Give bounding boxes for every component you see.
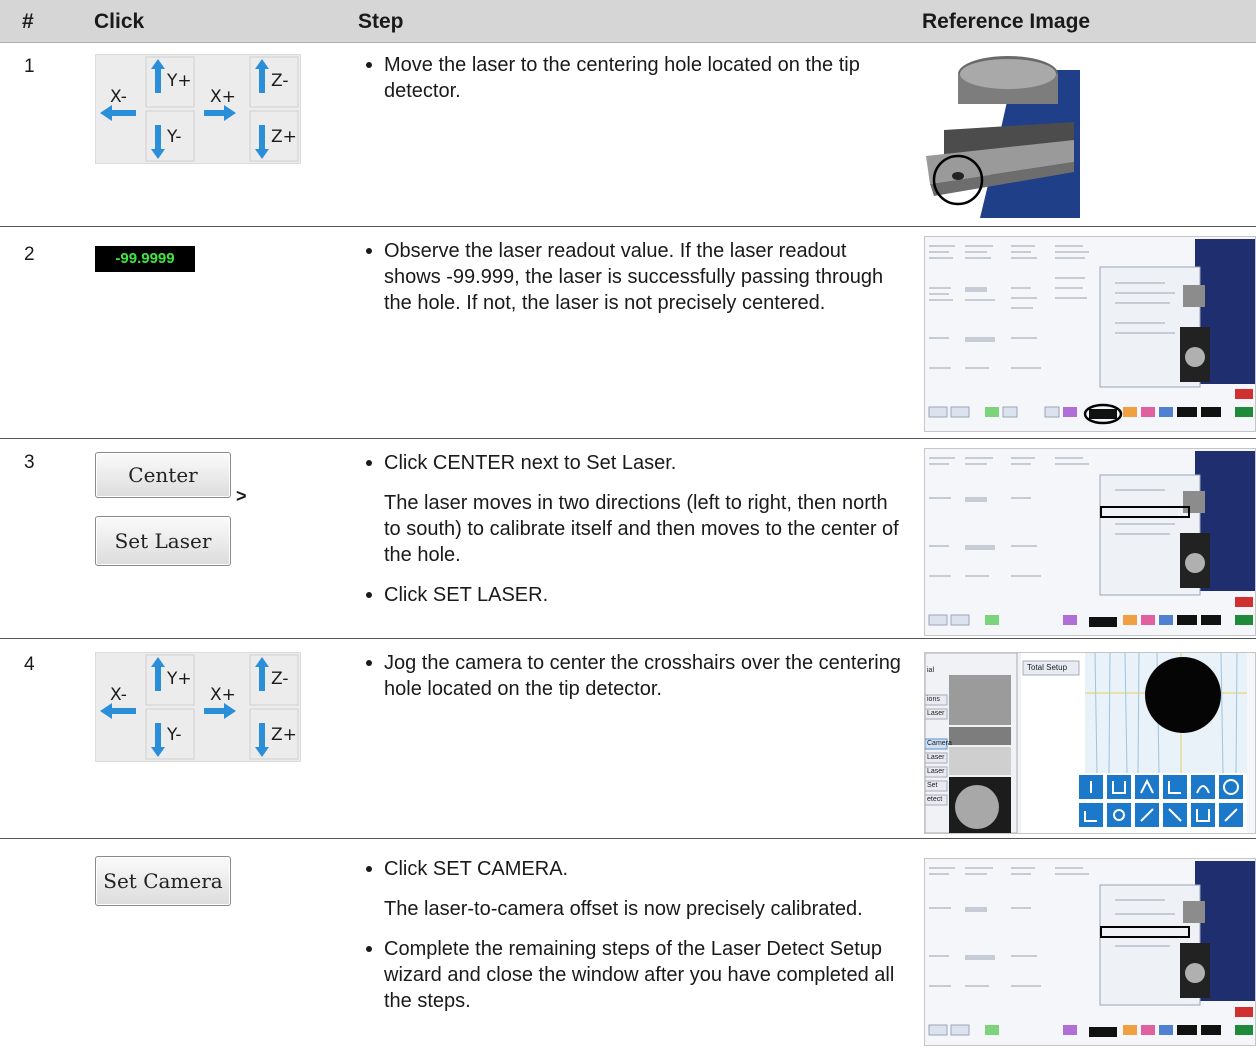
step-bullet: Move the laser to the centering hole loc…	[362, 52, 902, 104]
x-plus-label[interactable]: X+	[210, 685, 236, 705]
x-minus-label[interactable]: X-	[110, 87, 127, 107]
sidebar-label: ions	[927, 696, 940, 703]
row-number: 3	[24, 452, 35, 473]
step-bullet: Jog the camera to center the crosshairs …	[362, 650, 902, 702]
row-divider	[0, 438, 1256, 439]
arrow-up-icon	[151, 657, 165, 691]
software-screenshot	[924, 236, 1256, 432]
sidebar-label: Laser	[927, 754, 945, 761]
table-row: 4 X- Y+ Y- X+ Z- Z+ Jog the camera to ce…	[0, 640, 1256, 836]
arrow-down-icon	[151, 125, 165, 159]
center-button[interactable]: Center	[95, 452, 231, 498]
row-divider	[0, 638, 1256, 639]
set-laser-button[interactable]: Set Laser	[95, 516, 231, 566]
step-bullet: Complete the remaining steps of the Lase…	[362, 936, 902, 1014]
y-plus-label[interactable]: Y+	[167, 669, 192, 689]
arrow-up-icon	[255, 59, 269, 93]
jog-arrows	[100, 654, 299, 760]
row-number: 2	[24, 244, 35, 265]
row-number: 1	[24, 56, 35, 77]
row-number: 4	[24, 654, 35, 675]
arrow-down-icon	[255, 125, 269, 159]
table-row: Set Camera Click SET CAMERA. The laser-t…	[0, 840, 1256, 1049]
header-step: Step	[358, 10, 404, 33]
arrow-left-icon	[100, 105, 136, 121]
step-text: Jog the camera to center the crosshairs …	[362, 650, 902, 716]
then-arrow: >	[236, 486, 247, 506]
set-camera-button[interactable]: Set Camera	[95, 856, 231, 906]
table-row: 3 Center > Set Laser Click CENTER next t…	[0, 440, 1256, 636]
jog-pad: X- Y+ Y- X+ Z- Z+	[95, 54, 301, 164]
arrow-down-icon	[151, 723, 165, 757]
z-plus-label[interactable]: Z+	[271, 725, 297, 745]
y-plus-label[interactable]: Y+	[167, 71, 192, 91]
table-row: 1 X- Y+ Y- X+ Z- Z+ Move the laser to th…	[0, 42, 1256, 226]
step-paragraph: The laser moves in two directions (left …	[384, 492, 899, 566]
software-screenshot	[924, 858, 1256, 1046]
software-screenshot	[924, 448, 1256, 636]
setup-window-thumbnail	[925, 859, 1255, 1045]
header-num: #	[22, 10, 34, 33]
z-minus-label[interactable]: Z-	[271, 71, 288, 91]
step-text: Observe the laser readout value. If the …	[362, 238, 902, 330]
total-setup-label: Total Setup	[1027, 663, 1068, 672]
step-text: Click CENTER next to Set Laser. The lase…	[362, 450, 902, 622]
step-paragraph: The laser-to-camera offset is now precis…	[384, 898, 863, 920]
z-plus-label[interactable]: Z+	[271, 127, 297, 147]
row-divider	[0, 226, 1256, 227]
arrow-up-icon	[255, 657, 269, 691]
sidebar-label: Camera	[927, 740, 952, 747]
arrow-right-icon	[204, 703, 236, 719]
y-minus-label[interactable]: Y-	[167, 127, 182, 147]
sidebar-label: ial	[927, 667, 935, 674]
sidebar-label: etect	[927, 796, 943, 803]
step-bullet: Observe the laser readout value. If the …	[362, 238, 902, 316]
y-minus-label[interactable]: Y-	[167, 725, 182, 745]
setup-window-thumbnail	[925, 237, 1255, 431]
arrow-up-icon	[151, 59, 165, 93]
reference-image	[924, 50, 1080, 225]
arrow-right-icon	[204, 105, 236, 121]
step-bullet: Click SET CAMERA.	[362, 856, 902, 882]
arrow-down-icon	[255, 723, 269, 757]
z-minus-label[interactable]: Z-	[271, 669, 288, 689]
header-click: Click	[94, 10, 145, 33]
table-header: # Click Step Reference Image	[0, 0, 1256, 43]
header-reference-image: Reference Image	[922, 10, 1091, 33]
tip-detector-photo	[924, 50, 1080, 220]
x-minus-label[interactable]: X-	[110, 685, 127, 705]
camera-view-thumbnail	[925, 653, 1255, 833]
sidebar-label: Laser	[927, 768, 945, 775]
laser-readout: -99.9999	[95, 246, 195, 272]
table-row: 2 -99.9999 Observe the laser readout val…	[0, 228, 1256, 436]
x-plus-label[interactable]: X+	[210, 87, 236, 107]
setup-window-thumbnail	[925, 449, 1255, 635]
step-bullet: Click SET LASER.	[362, 582, 902, 608]
row-divider	[0, 838, 1256, 839]
step-text: Move the laser to the centering hole loc…	[362, 52, 902, 118]
jog-arrows	[100, 56, 299, 162]
arrow-left-icon	[100, 703, 136, 719]
jog-pad: X- Y+ Y- X+ Z- Z+	[95, 652, 301, 762]
step-text: Click SET CAMERA. The laser-to-camera of…	[362, 856, 902, 1028]
sidebar-label: Laser	[927, 710, 945, 717]
step-bullet: Click CENTER next to Set Laser.	[362, 450, 902, 476]
sidebar-label: Set	[927, 782, 938, 789]
camera-screenshot: ial ions Laser Camera Laser Laser Set et…	[924, 652, 1256, 834]
